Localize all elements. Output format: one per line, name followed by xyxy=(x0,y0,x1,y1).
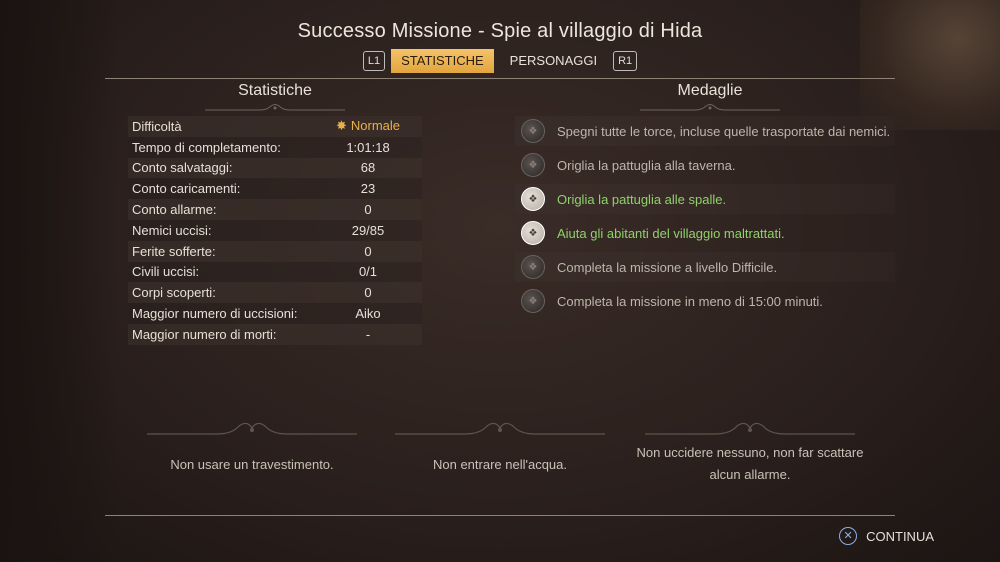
medal-text: Completa la missione a livello Difficile… xyxy=(557,259,778,275)
medal-item[interactable]: ❖ Completa la missione a livello Diffici… xyxy=(515,252,895,282)
stat-label: Conto caricamenti: xyxy=(132,181,241,197)
tab-bar: L1 STATISTICHE PERSONAGGI R1 xyxy=(0,49,1000,73)
stat-label: Corpi scoperti: xyxy=(132,285,216,301)
medal-badge-icon: ❖ xyxy=(521,153,545,177)
l1-button-icon[interactable]: L1 xyxy=(362,51,386,71)
stat-row-completion-time: Tempo di completamento: 1:01:18 xyxy=(128,136,422,158)
stat-value: 23 xyxy=(360,181,376,197)
page-title: Successo Missione - Spie al villaggio di… xyxy=(297,20,703,42)
tab-personaggi[interactable]: PERSONAGGI xyxy=(500,49,607,73)
bonus-text: Non usare un travestimento. xyxy=(170,457,334,472)
medal-item-achieved[interactable]: ❖ Origlia la pattuglia alle spalle. xyxy=(515,184,895,214)
stat-row-wounds: Ferite sofferte: 0 xyxy=(128,240,422,262)
stat-label: Tempo di completamento: xyxy=(132,139,281,155)
stat-value: Aiko xyxy=(355,306,381,322)
flourish-ornament-icon xyxy=(205,104,345,111)
stat-row-loads: Conto caricamenti: 23 xyxy=(128,178,422,200)
stat-label: Ferite sofferte: xyxy=(132,243,216,259)
stat-row-difficulty: Difficoltà ✸ Normale xyxy=(128,116,422,137)
r1-button-icon[interactable]: R1 xyxy=(613,51,638,71)
stat-label: Civili uccisi: xyxy=(132,264,200,280)
stats-heading: Statistiche xyxy=(175,82,375,114)
stat-row-saves: Conto salvataggi: 68 xyxy=(128,157,422,179)
stat-row-most-kills: Maggior numero di uccisioni: Aiko xyxy=(128,303,422,324)
medals-heading: Medaglie xyxy=(610,82,810,114)
cross-button-icon: ✕ xyxy=(839,527,858,545)
stat-row-most-deaths: Maggior numero di morti: - xyxy=(128,323,422,345)
stat-label: Maggior numero di uccisioni: xyxy=(132,306,298,322)
stat-value: ✸ Normale xyxy=(318,118,418,134)
medal-badge-icon: ❖ xyxy=(521,119,545,143)
stats-table: Difficoltà ✸ Normale Tempo di completamen… xyxy=(128,116,422,345)
medals-list: ❖ Spegni tutte le torce, incluse quelle … xyxy=(515,116,895,320)
difficulty-star-icon: ✸ xyxy=(335,118,347,134)
stat-value: 68 xyxy=(360,160,376,176)
stat-value: 0 xyxy=(364,243,372,259)
continue-button[interactable]: ✕ CONTINUA xyxy=(839,527,934,545)
stat-value: 0/1 xyxy=(358,264,378,280)
stat-row-civilians-killed: Civili uccisi: 0/1 xyxy=(128,261,422,283)
bonus-text: Non uccidere nessuno, non far scattare a… xyxy=(636,445,864,482)
flourish-ornament-icon xyxy=(395,422,605,435)
stat-row-enemies-killed: Nemici uccisi: 29/85 xyxy=(128,219,422,241)
stat-value: 0 xyxy=(364,202,372,218)
stat-value: 29/85 xyxy=(351,222,385,238)
stat-label: Maggior numero di morti: xyxy=(132,326,277,342)
medals-heading-label: Medaglie xyxy=(677,82,743,99)
stat-label: Conto salvataggi: xyxy=(132,160,233,176)
medal-badge-icon: ❖ xyxy=(521,289,545,313)
flourish-ornament-icon xyxy=(640,104,780,111)
stat-label: Conto allarme: xyxy=(132,202,217,218)
medal-item[interactable]: ❖ Spegni tutte le torce, incluse quelle … xyxy=(515,116,895,146)
medal-item[interactable]: ❖ Origlia la pattuglia alla taverna. xyxy=(515,150,895,180)
flourish-ornament-icon xyxy=(645,422,855,435)
medal-item[interactable]: ❖ Completa la missione in meno di 15:00 … xyxy=(515,286,895,316)
stat-row-alarms: Conto allarme: 0 xyxy=(128,199,422,220)
flourish-ornament-icon xyxy=(147,422,357,435)
medal-text: Origlia la pattuglia alla taverna. xyxy=(557,157,736,173)
background-trees xyxy=(0,0,120,562)
medal-badge-icon: ❖ xyxy=(521,255,545,279)
difficulty-value: Normale xyxy=(350,118,401,134)
tab-statistiche[interactable]: STATISTICHE xyxy=(391,49,494,73)
stat-row-bodies-found: Corpi scoperti: 0 xyxy=(128,282,422,304)
medal-text: Origlia la pattuglia alle spalle. xyxy=(557,191,727,207)
medal-text: Completa la missione in meno di 15:00 mi… xyxy=(557,293,823,309)
stat-value: - xyxy=(365,326,371,342)
bonus-objective: Non usare un travestimento. xyxy=(132,422,372,476)
medal-text: Spegni tutte le torce, incluse quelle tr… xyxy=(557,123,891,139)
stat-value: 0 xyxy=(364,285,372,301)
medal-badge-icon: ❖ xyxy=(521,221,545,245)
medal-badge-icon: ❖ xyxy=(521,187,545,211)
medal-text: Aiuta gli abitanti del villaggio maltrat… xyxy=(557,225,785,241)
stats-heading-label: Statistiche xyxy=(238,82,312,99)
stat-label: Difficoltà xyxy=(132,118,182,134)
bonus-objective: Non entrare nell'acqua. xyxy=(380,422,620,476)
stat-value: 1:01:18 xyxy=(346,139,390,155)
stat-label: Nemici uccisi: xyxy=(132,222,212,238)
medal-item-achieved[interactable]: ❖ Aiuta gli abitanti del villaggio maltr… xyxy=(515,218,895,248)
bonus-objective: Non uccidere nessuno, non far scattare a… xyxy=(630,422,870,486)
divider-bottom xyxy=(105,515,895,516)
continue-label: CONTINUA xyxy=(866,528,934,544)
divider-top xyxy=(105,78,895,79)
bonus-text: Non entrare nell'acqua. xyxy=(432,457,567,472)
